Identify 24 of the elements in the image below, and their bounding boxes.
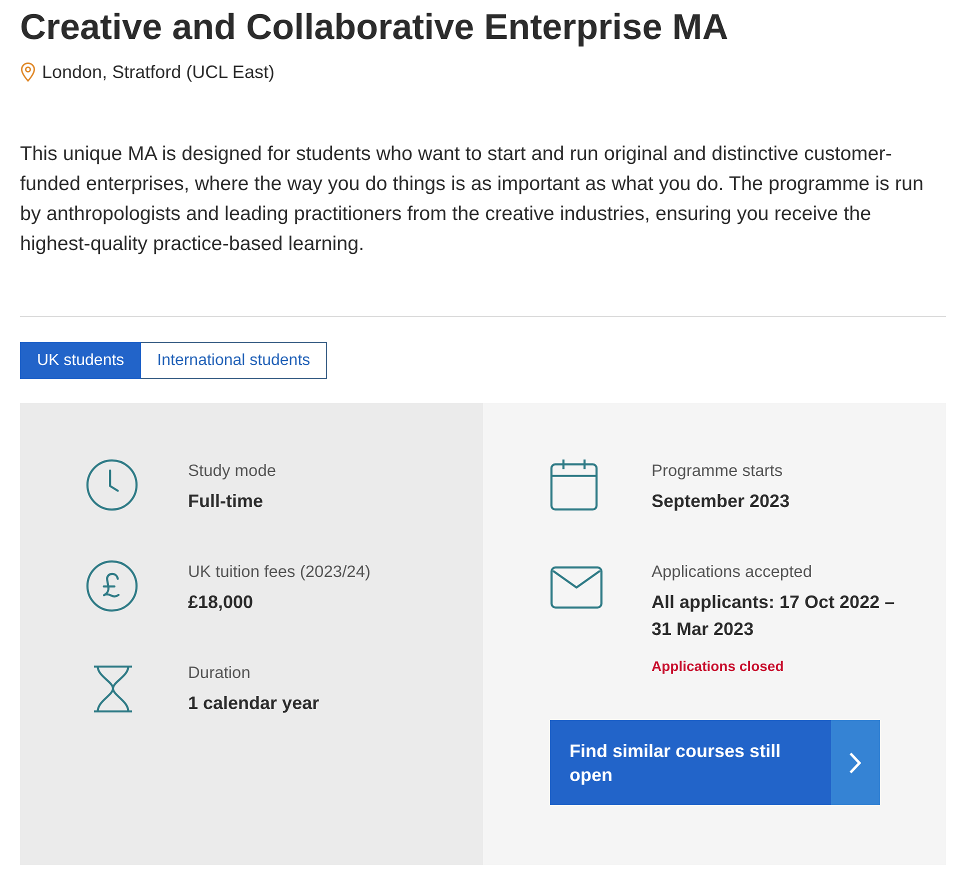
fact-label: Applications accepted xyxy=(652,562,814,583)
fee-tab[interactable]: UK students xyxy=(20,342,142,379)
hourglass-icon xyxy=(93,665,133,713)
pound-coin-icon xyxy=(86,560,138,612)
fact-value: Full-time xyxy=(188,490,264,513)
fact-value: All applicants: 17 Oct 2022 – 31 Mar 2023 xyxy=(652,591,896,641)
course-title: Creative and Collaborative Enterprise MA xyxy=(20,5,730,48)
fact-label: Study mode xyxy=(188,461,278,482)
fact-value: £18,000 xyxy=(188,591,254,614)
campus-location: London, Stratford (UCL East) xyxy=(42,61,274,84)
fact-value: 1 calendar year xyxy=(188,692,320,715)
chevron-right-icon xyxy=(849,752,861,774)
course-description: This unique MA is designed for students who want to start and run original and distinctive customer-funded enterprises, where the way you do things is as important as what you do. The programme is run by anthropologists and leading practitioners from the creative industries, ensuring you receive the highest-quality practice-based learning. xyxy=(20,142,924,257)
fee-tab[interactable]: International students xyxy=(141,342,328,379)
calendar-icon xyxy=(550,459,598,511)
status-note: Applications closed xyxy=(652,657,785,675)
find-courses-button[interactable]: Find similar courses still open xyxy=(550,720,880,805)
envelope-icon xyxy=(550,566,602,609)
fact-label: Duration xyxy=(188,663,252,684)
clock-icon xyxy=(86,459,138,511)
fact-label: Programme starts xyxy=(652,461,784,482)
location-pin-icon xyxy=(20,62,36,82)
fact-label: UK tuition fees (2023/24) xyxy=(188,562,372,583)
fact-value: September 2023 xyxy=(652,490,791,513)
